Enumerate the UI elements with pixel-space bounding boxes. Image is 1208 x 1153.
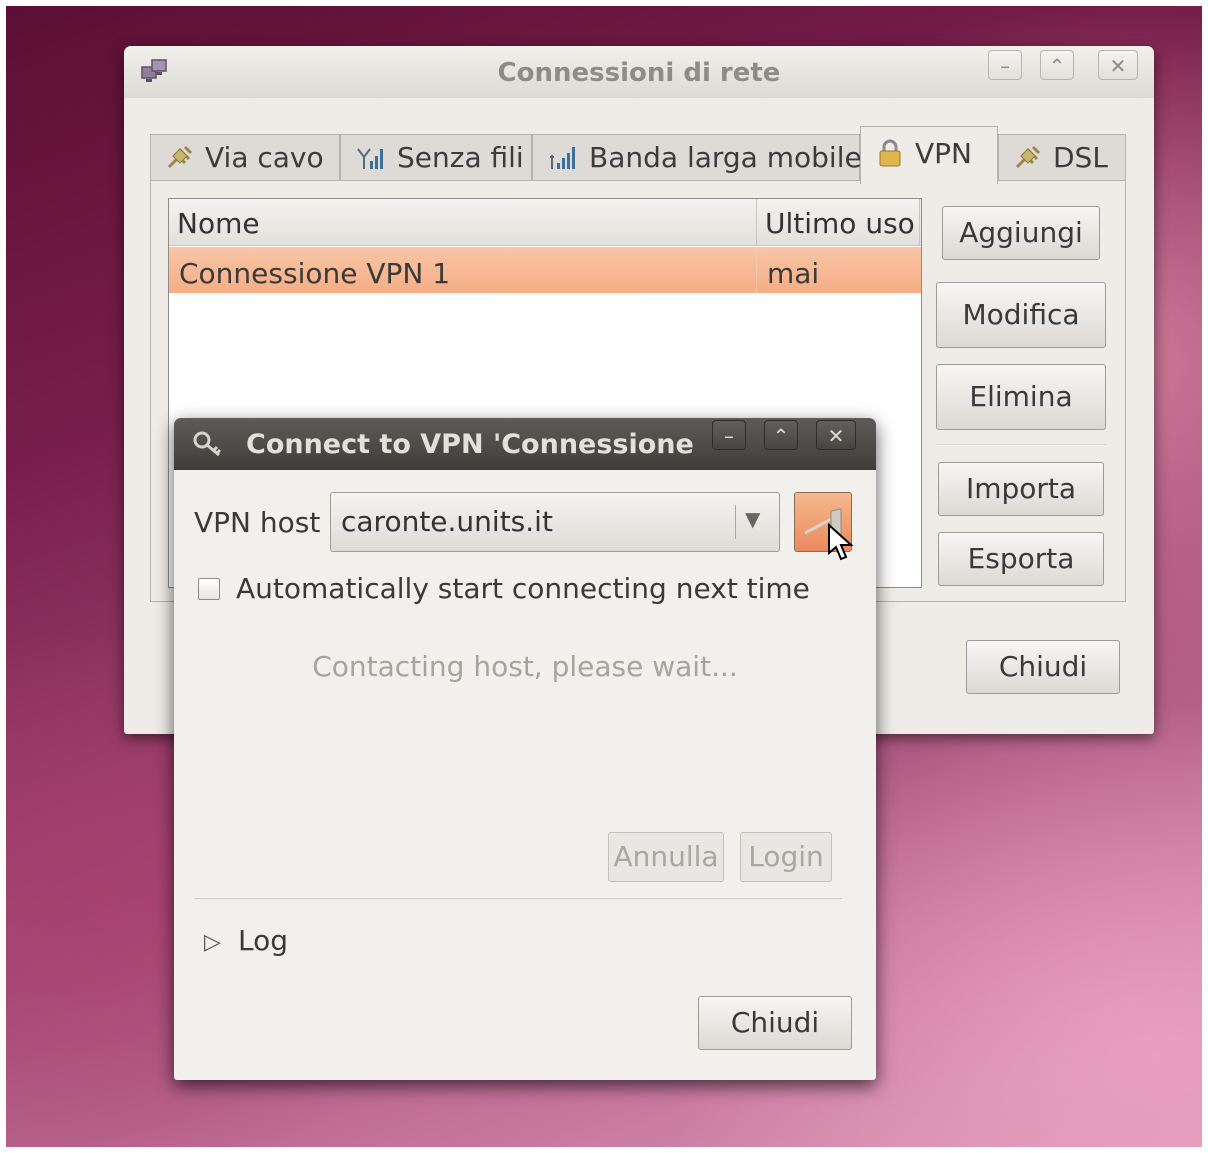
dialog-close-window-button[interactable]: ✕ xyxy=(816,420,856,450)
login-button-label: Login xyxy=(748,840,824,873)
add-button[interactable]: Aggiungi xyxy=(942,206,1100,260)
main-titlebar[interactable]: Connessioni di rete – ⌃ ✕ xyxy=(124,46,1154,98)
tab-dsl[interactable]: DSL xyxy=(998,134,1126,182)
import-button-label: Importa xyxy=(965,472,1077,505)
auto-connect-label[interactable]: Automatically start connecting next time xyxy=(236,572,810,605)
auto-connect-checkbox[interactable] xyxy=(198,578,220,600)
cell-last-used: mai xyxy=(767,257,820,290)
button-separator xyxy=(936,444,1106,446)
tab-mobile-broadband[interactable]: Banda larga mobile xyxy=(532,134,862,182)
status-message: Contacting host, please wait... xyxy=(312,650,738,683)
export-button-label: Esporta xyxy=(967,542,1075,575)
vpn-host-combo[interactable]: ▼ xyxy=(330,492,780,552)
connect-button[interactable] xyxy=(794,492,854,561)
main-close-button[interactable]: Chiudi xyxy=(966,640,1120,694)
cell-connection-name: Connessione VPN 1 xyxy=(179,257,451,290)
delete-button[interactable]: Elimina xyxy=(936,364,1106,430)
login-button[interactable]: Login xyxy=(740,832,832,882)
wired-icon xyxy=(167,145,193,169)
log-expander[interactable]: ▷ xyxy=(204,930,221,955)
dialog-maximize-button[interactable]: ⌃ xyxy=(764,420,798,450)
edit-button[interactable]: Modifica xyxy=(936,282,1106,348)
chevron-down-icon[interactable]: ▼ xyxy=(745,507,760,531)
table-row[interactable]: Connessione VPN 1 mai xyxy=(169,247,921,293)
close-icon: ✕ xyxy=(1109,54,1127,78)
dialog-minimize-button[interactable]: – xyxy=(712,420,746,450)
dialog-close-button[interactable]: Chiudi xyxy=(698,996,852,1050)
dialog-titlebar[interactable]: Connect to VPN 'Connessione V – ⌃ ✕ xyxy=(174,418,876,470)
tab-wired[interactable]: Via cavo xyxy=(150,134,340,182)
column-separator xyxy=(919,199,920,245)
dialog-title: Connect to VPN 'Connessione V xyxy=(246,429,702,460)
close-window-button[interactable]: ✕ xyxy=(1098,50,1138,80)
minimize-icon: – xyxy=(1000,54,1010,78)
wireless-signal-icon xyxy=(357,148,383,169)
vpn-host-label: VPN host xyxy=(194,506,321,539)
cancel-button-label: Annulla xyxy=(613,840,719,873)
key-icon xyxy=(193,431,222,457)
lock-icon xyxy=(879,139,901,167)
dialog-close-button-label: Chiudi xyxy=(730,1006,820,1039)
desktop-background: Connessioni di rete – ⌃ ✕ Via cavo Senza… xyxy=(6,6,1202,1147)
cancel-button[interactable]: Annulla xyxy=(608,832,724,882)
maximize-button[interactable]: ⌃ xyxy=(1040,50,1074,80)
list-header: Nome Ultimo uso xyxy=(169,199,921,246)
column-header-last-used[interactable]: Ultimo uso xyxy=(765,207,915,240)
mouse-cursor-icon xyxy=(828,523,854,561)
maximize-icon: ⌃ xyxy=(1048,54,1066,78)
export-button[interactable]: Esporta xyxy=(938,532,1104,586)
vpn-host-input[interactable] xyxy=(341,503,721,539)
dsl-icon xyxy=(1015,145,1041,169)
tab-wireless[interactable]: Senza fili xyxy=(340,134,532,182)
tab-vpn[interactable]: VPN xyxy=(860,126,998,184)
column-separator xyxy=(756,247,757,293)
log-label[interactable]: Log xyxy=(238,924,288,957)
maximize-icon: ⌃ xyxy=(772,424,790,448)
combo-separator xyxy=(735,505,736,539)
triangle-right-icon: ▷ xyxy=(204,930,221,955)
column-header-name[interactable]: Nome xyxy=(177,207,260,240)
import-button[interactable]: Importa xyxy=(938,462,1104,516)
mobile-signal-icon xyxy=(550,147,575,169)
close-icon: ✕ xyxy=(827,424,845,448)
vpn-connect-dialog: Connect to VPN 'Connessione V – ⌃ ✕ VPN … xyxy=(174,418,876,1080)
minimize-icon: – xyxy=(724,424,734,448)
dialog-separator xyxy=(194,898,842,900)
column-separator xyxy=(756,199,757,245)
minimize-button[interactable]: – xyxy=(988,50,1022,80)
